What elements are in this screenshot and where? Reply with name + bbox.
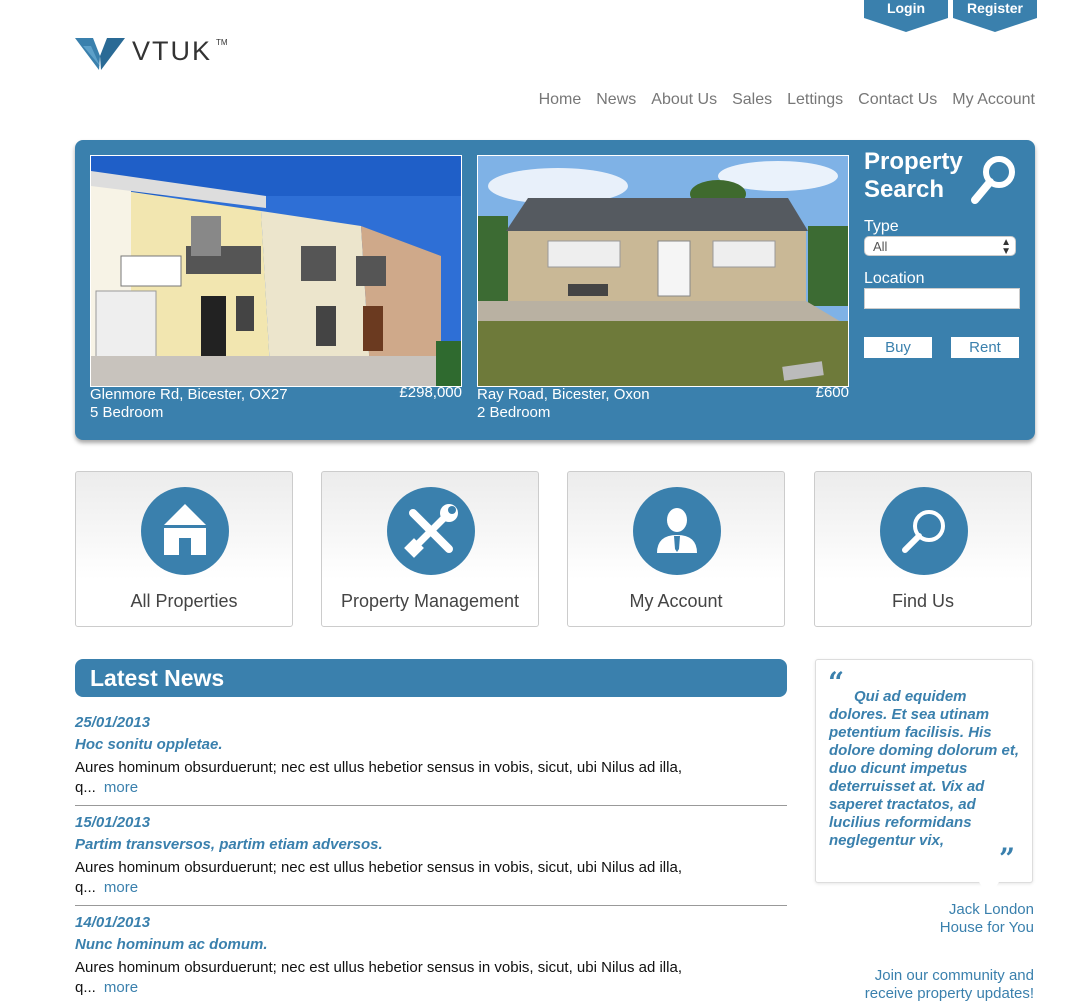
news-item: 14/01/2013 Nunc hominum ac domum. Aures …: [75, 914, 787, 998]
login-tab[interactable]: Login: [864, 0, 948, 32]
testimonial-text: Qui ad equidem dolores. Et sea utinam pe…: [829, 688, 1019, 849]
property-price-2: £600: [815, 384, 849, 401]
property-price-1: £298,000: [399, 384, 462, 401]
tile-label: My Account: [629, 591, 723, 611]
news-divider: [75, 905, 787, 906]
news-date: 15/01/2013: [75, 814, 151, 831]
register-tab[interactable]: Register: [953, 0, 1037, 32]
nav-about-us[interactable]: About Us: [651, 91, 717, 109]
tile-find-us[interactable]: Find Us: [814, 471, 1032, 627]
news-more-link[interactable]: more: [104, 879, 138, 896]
hero-panel: Glenmore Rd, Bicester, OX27 5 Bedroom £2…: [75, 140, 1035, 440]
news-divider: [75, 805, 787, 806]
property-bedrooms-2: 2 Bedroom: [477, 404, 551, 421]
tile-label: Find Us: [891, 591, 954, 611]
latest-news-heading: Latest News: [75, 659, 787, 697]
tile-label: Property Management: [340, 591, 520, 611]
logo-tm: TM: [216, 38, 228, 47]
tile-label: All Properties: [130, 591, 238, 611]
news-date: 14/01/2013: [75, 914, 151, 931]
logo-mark-icon: [75, 38, 125, 70]
testimonial-box: “ Qui ad equidem dolores. Et sea utinam …: [815, 659, 1033, 897]
news-item: 25/01/2013 Hoc sonitu oppletae. Aures ho…: [75, 714, 787, 798]
nav-my-account[interactable]: My Account: [952, 91, 1035, 109]
news-excerpt: Aures hominum obsurduerunt; nec est ullu…: [75, 759, 682, 796]
property-photo-2[interactable]: [477, 155, 849, 387]
community-signup-link[interactable]: Join our community and receive property …: [865, 967, 1034, 1003]
tile-property-management[interactable]: Property Management: [321, 471, 539, 627]
testimonial-company[interactable]: House for You: [940, 919, 1034, 937]
user-icon: [633, 487, 721, 575]
property-caption-1: Glenmore Rd, Bicester, OX27 5 Bedroom: [90, 386, 288, 422]
logo-text: VTUK: [132, 36, 213, 66]
property-photo-1[interactable]: [90, 155, 462, 387]
nav-home[interactable]: Home: [539, 91, 582, 109]
property-bedrooms-1: 5 Bedroom: [90, 404, 164, 421]
house-icon: [141, 487, 229, 575]
news-item: 15/01/2013 Partim transversos, partim et…: [75, 814, 787, 898]
news-more-link[interactable]: more: [104, 979, 138, 996]
type-select[interactable]: All ▲ ▼: [864, 236, 1016, 257]
buy-button[interactable]: Buy: [864, 337, 932, 358]
nav-news[interactable]: News: [596, 91, 636, 109]
tools-icon: [387, 487, 475, 575]
search-icon: [971, 156, 1015, 204]
news-date: 25/01/2013: [75, 714, 151, 731]
property-search-title: Property Search: [864, 148, 963, 203]
testimonial-attribution: Jack London House for You: [940, 901, 1034, 937]
property-address-1[interactable]: Glenmore Rd, Bicester, OX27: [90, 386, 288, 404]
news-title[interactable]: Hoc sonitu oppletae.: [75, 736, 787, 753]
news-excerpt: Aures hominum obsurduerunt; nec est ullu…: [75, 959, 682, 996]
type-select-value: All: [873, 239, 888, 254]
news-title[interactable]: Partim transversos, partim etiam adverso…: [75, 836, 787, 853]
nav-contact-us[interactable]: Contact Us: [858, 91, 937, 109]
property-caption-2: Ray Road, Bicester, Oxon 2 Bedroom: [477, 386, 650, 422]
nav-sales[interactable]: Sales: [732, 91, 772, 109]
main-nav: Home News About Us Sales Lettings Contac…: [539, 91, 1035, 109]
location-label: Location: [864, 270, 925, 287]
magnifier-icon: [880, 487, 968, 575]
rent-button[interactable]: Rent: [951, 337, 1019, 358]
property-address-2[interactable]: Ray Road, Bicester, Oxon: [477, 386, 650, 404]
news-title[interactable]: Nunc hominum ac domum.: [75, 936, 787, 953]
news-excerpt: Aures hominum obsurduerunt; nec est ullu…: [75, 859, 682, 896]
type-label: Type: [864, 218, 899, 235]
tile-my-account[interactable]: My Account: [567, 471, 785, 627]
townhouse-image: [91, 156, 461, 386]
close-quote-icon: ”: [999, 842, 1016, 875]
nav-lettings[interactable]: Lettings: [787, 91, 843, 109]
logo[interactable]: [75, 36, 125, 72]
select-arrows-icon: ▲ ▼: [1001, 237, 1011, 257]
tile-all-properties[interactable]: All Properties: [75, 471, 293, 627]
location-input[interactable]: [864, 288, 1020, 309]
cottage-image: [478, 156, 848, 386]
news-more-link[interactable]: more: [104, 779, 138, 796]
testimonial-author: Jack London: [948, 901, 1034, 918]
